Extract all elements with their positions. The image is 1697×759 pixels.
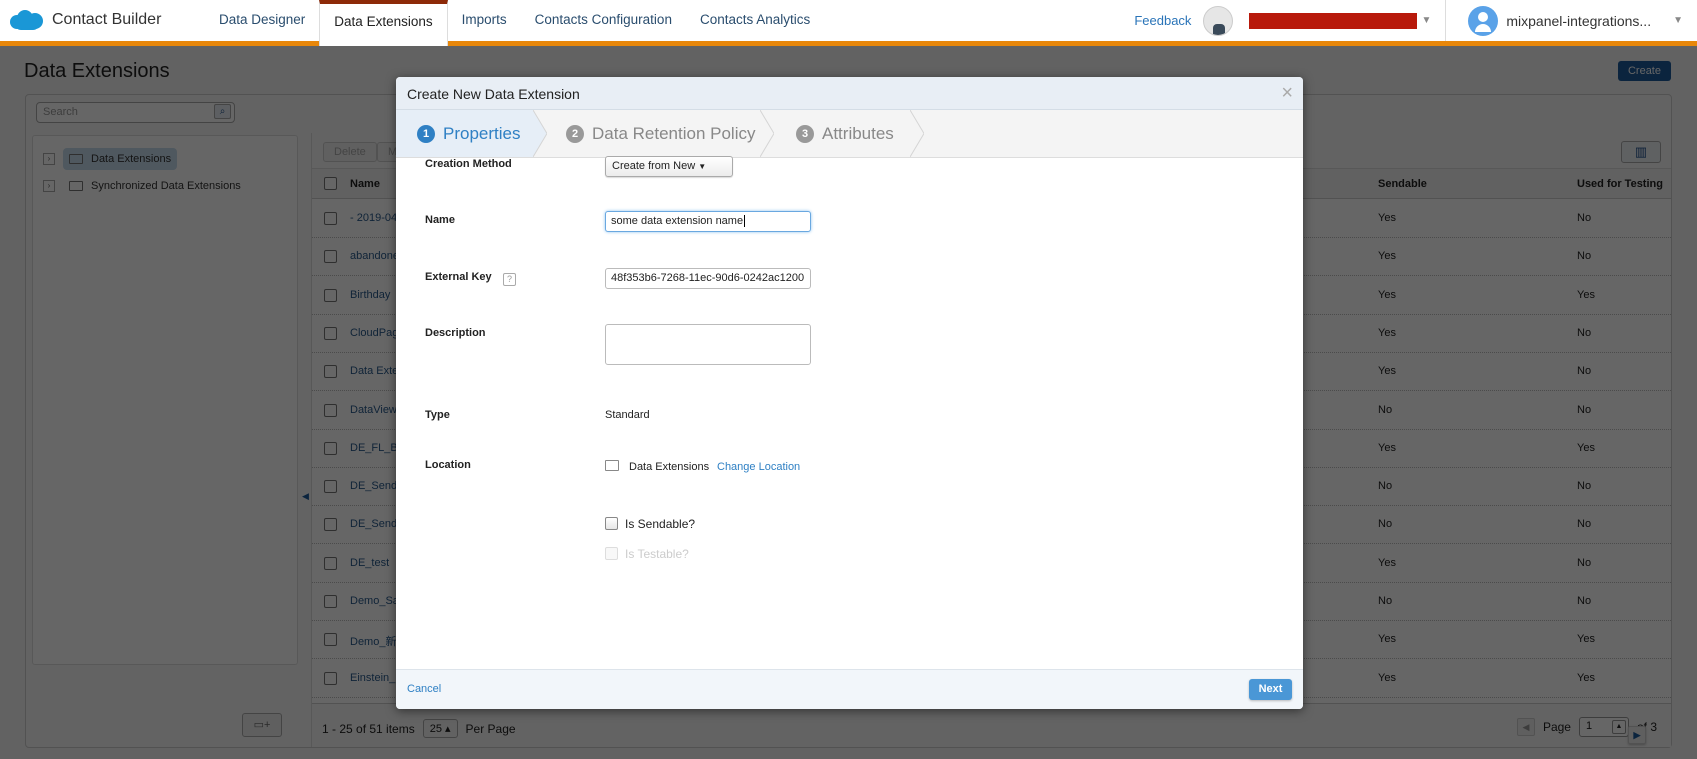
user-name[interactable]: mixpanel-integrations...	[1506, 13, 1651, 29]
step-chevron-icon	[910, 110, 924, 157]
step-chevron-icon	[533, 110, 547, 157]
step-attributes[interactable]: 3 Attributes	[796, 110, 894, 157]
create-data-extension-dialog: Create New Data Extension × 1 Properties…	[396, 77, 1303, 709]
change-location-link[interactable]: Change Location	[717, 461, 800, 473]
brand[interactable]: Contact Builder	[10, 9, 161, 31]
salesforce-cloud-icon	[10, 9, 44, 31]
folder-icon	[605, 460, 619, 471]
step-label: Attributes	[822, 123, 894, 143]
step-label: Data Retention Policy	[592, 123, 756, 143]
step-number: 1	[417, 124, 435, 143]
modal-header: Create New Data Extension ×	[396, 77, 1303, 110]
divider	[1445, 0, 1447, 41]
wizard-steps: 1 Properties 2 Data Retention Policy 3 A…	[396, 110, 1303, 158]
step-number: 3	[796, 124, 814, 143]
step-properties[interactable]: 1 Properties	[417, 110, 520, 157]
is-sendable-checkbox[interactable]	[605, 517, 618, 530]
nav-right: Feedback ▼ mixpanel-integrations... ▼	[1134, 0, 1697, 41]
creation-method-dropdown[interactable]: Create from New ▼	[605, 156, 733, 177]
dropdown-caret-icon: ▼	[698, 162, 707, 171]
top-nav: Contact Builder Data Designer Data Exten…	[0, 0, 1697, 46]
step-data-retention-policy[interactable]: 2 Data Retention Policy	[566, 110, 755, 157]
name-input[interactable]: some data extension name	[605, 211, 811, 232]
user-menu-chevron-icon[interactable]: ▼	[1673, 15, 1683, 26]
redacted-account-selector[interactable]	[1249, 12, 1418, 29]
nav-tabs: Data Designer Data Extensions Imports Co…	[205, 0, 824, 46]
tab-data-designer[interactable]: Data Designer	[205, 0, 319, 42]
is-testable-checkbox	[605, 547, 618, 560]
creation-method-value: Create from New	[612, 160, 696, 172]
type-value: Standard	[605, 409, 650, 421]
modal-title: Create New Data Extension	[407, 86, 580, 102]
cancel-button[interactable]: Cancel	[407, 683, 441, 695]
external-key-input[interactable]: 48f353b6-7268-11ec-90d6-0242ac1200	[605, 268, 811, 289]
is-sendable-label[interactable]: Is Sendable?	[625, 517, 695, 531]
tab-data-extensions[interactable]: Data Extensions	[319, 0, 448, 46]
tab-contacts-configuration[interactable]: Contacts Configuration	[521, 0, 686, 42]
step-label: Properties	[443, 123, 521, 143]
help-icon[interactable]: ?	[503, 273, 516, 286]
step-chevron-icon	[760, 110, 774, 157]
tab-imports[interactable]: Imports	[448, 0, 521, 42]
app-title: Contact Builder	[52, 11, 162, 28]
next-button[interactable]: Next	[1249, 679, 1292, 700]
description-label: Description	[425, 327, 486, 339]
description-textarea[interactable]	[605, 324, 811, 365]
location-label: Location	[425, 459, 471, 471]
close-icon[interactable]: ×	[1281, 83, 1293, 103]
external-key-label: External Key	[425, 271, 492, 283]
user-avatar-icon[interactable]	[1468, 5, 1499, 36]
modal-footer: Cancel Next	[396, 669, 1303, 709]
is-testable-label: Is Testable?	[625, 547, 689, 561]
name-label: Name	[425, 214, 455, 226]
feedback-link[interactable]: Feedback	[1134, 13, 1191, 28]
type-label: Type	[425, 409, 450, 421]
location-value: Data Extensions	[629, 461, 710, 473]
text-cursor	[744, 215, 746, 227]
step-number: 2	[566, 124, 584, 143]
tab-contacts-analytics[interactable]: Contacts Analytics	[686, 0, 824, 42]
name-value: some data extension name	[611, 215, 744, 227]
creation-method-label: Creation Method	[425, 158, 512, 170]
chevron-down-icon[interactable]: ▼	[1421, 15, 1431, 26]
einstein-avatar-icon[interactable]	[1203, 5, 1234, 36]
